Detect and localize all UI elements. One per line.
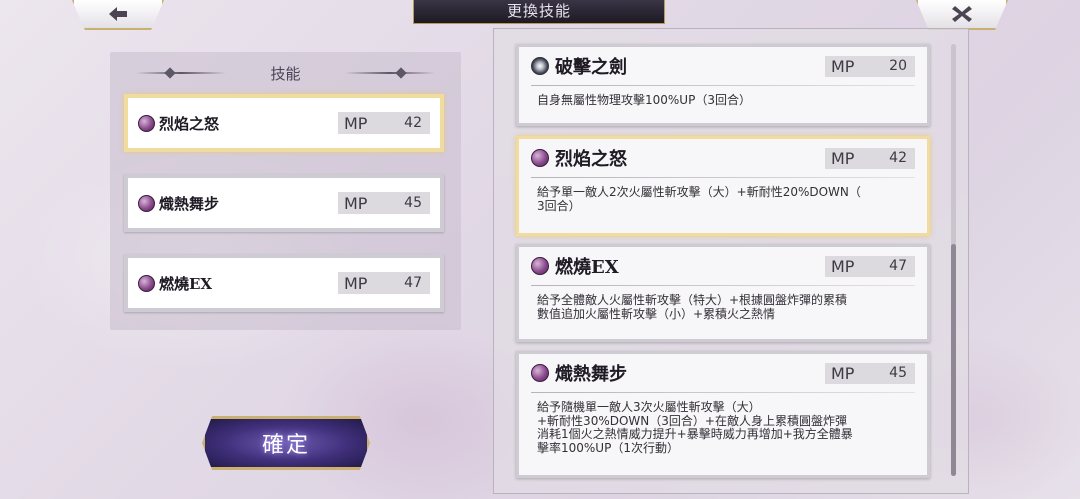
header-diamond-left xyxy=(164,67,176,79)
flame-orb-icon xyxy=(531,257,549,275)
close-x-icon xyxy=(952,6,972,22)
skill-description: 給予全體敵人火屬性斬攻擊（特大）+根據圓盤炸彈的累積 數值追加火屬性斬攻擊（小）… xyxy=(537,293,848,321)
skill-description: 給予隨機單一敵人3次火屬性斬攻擊（大） +斬耐性30%DOWN（3回合）+在敵人… xyxy=(537,400,853,455)
mp-value: 47 xyxy=(889,258,907,274)
skill-card-4[interactable]: 熾熱舞步 MP 45 給予隨機單一敵人3次火屬性斬攻擊（大） +斬耐性30%DO… xyxy=(516,351,930,478)
mp-cost-badge: MP 47 xyxy=(338,272,430,294)
slot-skill-name: 燃燒EX xyxy=(159,274,213,293)
back-arrow-icon xyxy=(109,7,127,21)
flame-orb-icon xyxy=(531,364,549,382)
skill-name: 熾熱舞步 xyxy=(555,364,627,385)
mp-cost-badge: MP 47 xyxy=(825,255,915,277)
skill-card-header: 破擊之劍 MP 20 xyxy=(519,47,927,85)
skill-description: 給予單一敵人2次火屬性斬攻擊（大）+斬耐性20%DOWN（ 3回合） xyxy=(537,185,861,213)
mp-cost-badge: MP 42 xyxy=(338,112,430,134)
skill-name: 烈焰之怒 xyxy=(555,149,627,170)
mp-cost-badge: MP 42 xyxy=(825,147,915,169)
mp-value: 45 xyxy=(889,365,907,381)
flame-orb-icon xyxy=(138,194,155,212)
skill-card-header: 熾熱舞步 MP 45 xyxy=(519,354,927,392)
confirm-label: 確定 xyxy=(261,433,310,458)
flame-orb-icon xyxy=(531,149,549,167)
mp-label: MP xyxy=(831,256,855,276)
mp-cost-badge: MP 20 xyxy=(825,55,915,77)
equipped-slot-3[interactable]: 燃燒EX MP 47 xyxy=(124,254,444,312)
skill-name: 破擊之劍 xyxy=(555,57,627,78)
mp-label: MP xyxy=(831,148,855,168)
back-button[interactable] xyxy=(72,0,164,30)
mp-label: MP xyxy=(344,273,368,293)
mp-label: MP xyxy=(344,113,368,133)
mp-cost-badge: MP 45 xyxy=(338,192,430,214)
mp-value: 47 xyxy=(404,275,422,291)
mp-value: 20 xyxy=(889,58,907,74)
mp-cost-badge: MP 45 xyxy=(825,362,915,384)
mp-label: MP xyxy=(344,193,368,213)
skill-card-1[interactable]: 破擊之劍 MP 20 自身無屬性物理攻擊100%UP（3回合） xyxy=(516,44,930,126)
equipped-slot-2[interactable]: 熾熱舞步 MP 45 xyxy=(124,174,444,232)
scrollbar-thumb[interactable] xyxy=(951,244,956,476)
slot-skill-name: 烈焰之怒 xyxy=(159,114,220,133)
mp-value: 42 xyxy=(404,115,422,131)
flame-orb-icon xyxy=(138,114,155,132)
slot-skill-name: 熾熱舞步 xyxy=(159,194,220,213)
skill-list-scrollbar[interactable] xyxy=(951,44,956,476)
skill-card-header: 燃燒EX MP 47 xyxy=(519,247,927,285)
header-ornament-left xyxy=(136,72,226,74)
skill-description: 自身無屬性物理攻擊100%UP（3回合） xyxy=(537,93,751,107)
skill-card-3[interactable]: 燃燒EX MP 47 給予全體敵人火屬性斬攻擊（特大）+根據圓盤炸彈的累積 數值… xyxy=(516,244,930,342)
header-ornament-right xyxy=(345,72,435,74)
equipped-skills-title: 技能 xyxy=(270,64,301,83)
close-button[interactable] xyxy=(916,0,1008,30)
page-title: 更換技能 xyxy=(413,0,665,24)
mp-value: 45 xyxy=(404,195,422,211)
mp-value: 42 xyxy=(889,150,907,166)
confirm-button[interactable]: 確定 xyxy=(202,416,370,470)
mp-label: MP xyxy=(831,363,855,383)
mp-label: MP xyxy=(831,56,855,76)
skill-name: 燃燒EX xyxy=(555,257,619,278)
sword-burst-icon xyxy=(531,57,549,75)
flame-orb-icon xyxy=(138,274,155,292)
equipped-skills-header: 技能 xyxy=(110,62,461,84)
skill-card-header: 烈焰之怒 MP 42 xyxy=(519,139,927,177)
equipped-slot-1[interactable]: 烈焰之怒 MP 42 xyxy=(124,94,444,152)
skill-card-2[interactable]: 烈焰之怒 MP 42 給予單一敵人2次火屬性斬攻擊（大）+斬耐性20%DOWN（… xyxy=(516,136,930,236)
